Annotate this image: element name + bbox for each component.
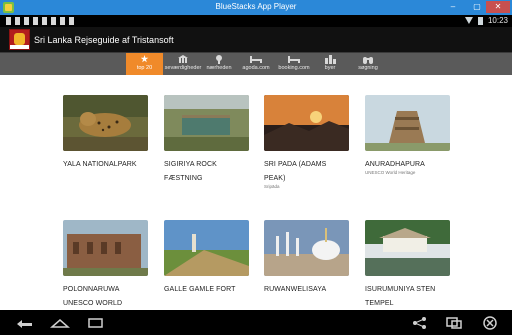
home-icon[interactable] bbox=[48, 315, 72, 330]
attraction-name: SIGIRIYA ROCK FÆSTNING bbox=[164, 161, 217, 182]
attraction-card[interactable]: RUWANWELISAYA bbox=[264, 220, 349, 297]
attraction-card[interactable]: SRI PADA (ADAMS PEAK) Sripāda bbox=[264, 95, 349, 189]
window-title: BlueStacks App Player bbox=[215, 2, 297, 11]
city-icon bbox=[323, 55, 337, 64]
attraction-subtitle: Sripāda bbox=[264, 184, 280, 189]
android-nav-bar bbox=[0, 310, 512, 335]
app-action-bar: Sri Lanka Rejseguide af Tristansoft bbox=[0, 27, 512, 52]
attraction-photo-polonnaruwa bbox=[63, 220, 148, 276]
app-logo[interactable] bbox=[9, 29, 30, 50]
recents-icon[interactable] bbox=[84, 315, 108, 330]
tab-byer[interactable]: byer bbox=[318, 53, 342, 75]
attraction-name: POLONNARUWA UNESCO WORLD bbox=[63, 286, 123, 307]
tab-bar: top 20 seværdigheder nærheden agoda.com bbox=[0, 53, 512, 75]
attraction-name: GALLE GAMLE FORT bbox=[164, 286, 236, 293]
bed-icon bbox=[249, 55, 263, 64]
attraction-name: YALA NATIONALPARK bbox=[63, 161, 137, 168]
attraction-card[interactable]: YALA NATIONALPARK bbox=[63, 95, 148, 172]
notification-icon bbox=[60, 17, 65, 25]
attraction-card[interactable]: GALLE GAMLE FORT bbox=[164, 220, 249, 297]
attraction-photo-leopard bbox=[63, 95, 148, 151]
app-title: Sri Lanka Rejseguide af Tristansoft bbox=[34, 35, 174, 45]
attraction-card[interactable]: POLONNARUWA UNESCO WORLD bbox=[63, 220, 148, 310]
tab-soegning[interactable]: søgning bbox=[352, 53, 384, 75]
attraction-photo-sigiriya bbox=[164, 95, 249, 151]
maximize-button[interactable]: ▢ bbox=[466, 1, 488, 13]
notification-icon bbox=[69, 17, 74, 25]
tab-top20[interactable]: top 20 bbox=[126, 53, 163, 75]
notification-icon bbox=[51, 17, 56, 25]
attraction-card[interactable]: ISURUMUNIYA STEN TEMPEL bbox=[365, 220, 450, 310]
battery-icon bbox=[477, 16, 483, 25]
minimize-button[interactable]: – bbox=[442, 1, 464, 13]
close-window-button[interactable]: ✕ bbox=[486, 1, 510, 13]
close-icon[interactable] bbox=[480, 315, 500, 330]
tab-booking[interactable]: booking.com bbox=[276, 53, 312, 75]
notification-icon bbox=[42, 17, 47, 25]
bed-icon bbox=[287, 55, 301, 64]
notification-icon bbox=[6, 17, 11, 25]
attraction-card[interactable]: ANURADHAPURA UNESCO World Heritage bbox=[365, 95, 450, 175]
attraction-name: ISURUMUNIYA STEN TEMPEL bbox=[365, 286, 436, 307]
tab-sevaerdigheder[interactable]: seværdigheder bbox=[164, 53, 202, 75]
window-titlebar: BlueStacks App Player – ▢ ✕ bbox=[0, 0, 512, 15]
notification-icon bbox=[33, 17, 38, 25]
attraction-card[interactable]: SIGIRIYA ROCK FÆSTNING bbox=[164, 95, 249, 186]
binoculars-icon bbox=[361, 55, 375, 64]
attraction-photo-galle-fort bbox=[164, 220, 249, 276]
notification-icon bbox=[24, 17, 29, 25]
screen-icon[interactable] bbox=[444, 315, 464, 330]
attractions-grid: YALA NATIONALPARK SIGIRIYA ROCK FÆSTNING… bbox=[0, 75, 512, 310]
landmark-icon bbox=[176, 55, 190, 64]
share-icon[interactable] bbox=[410, 315, 430, 330]
status-time: 10:23 bbox=[487, 16, 508, 25]
back-icon[interactable] bbox=[14, 315, 38, 330]
attraction-photo-sri-pada bbox=[264, 95, 349, 151]
status-bar: 10:23 bbox=[0, 15, 512, 27]
radar-icon bbox=[212, 55, 226, 64]
tab-naerheden[interactable]: nærheden bbox=[203, 53, 235, 75]
attraction-subtitle: UNESCO World Heritage bbox=[365, 170, 416, 175]
notification-icon bbox=[15, 17, 20, 25]
star-icon bbox=[138, 55, 152, 64]
attraction-name: SRI PADA (ADAMS PEAK) bbox=[264, 161, 327, 182]
wifi-icon bbox=[464, 17, 473, 24]
attraction-photo-isurumuniya bbox=[365, 220, 450, 276]
attraction-name: RUWANWELISAYA bbox=[264, 286, 327, 293]
attraction-photo-anuradhapura bbox=[365, 95, 450, 151]
tab-agoda[interactable]: agoda.com bbox=[238, 53, 274, 75]
attraction-photo-ruwanwelisaya bbox=[264, 220, 349, 276]
